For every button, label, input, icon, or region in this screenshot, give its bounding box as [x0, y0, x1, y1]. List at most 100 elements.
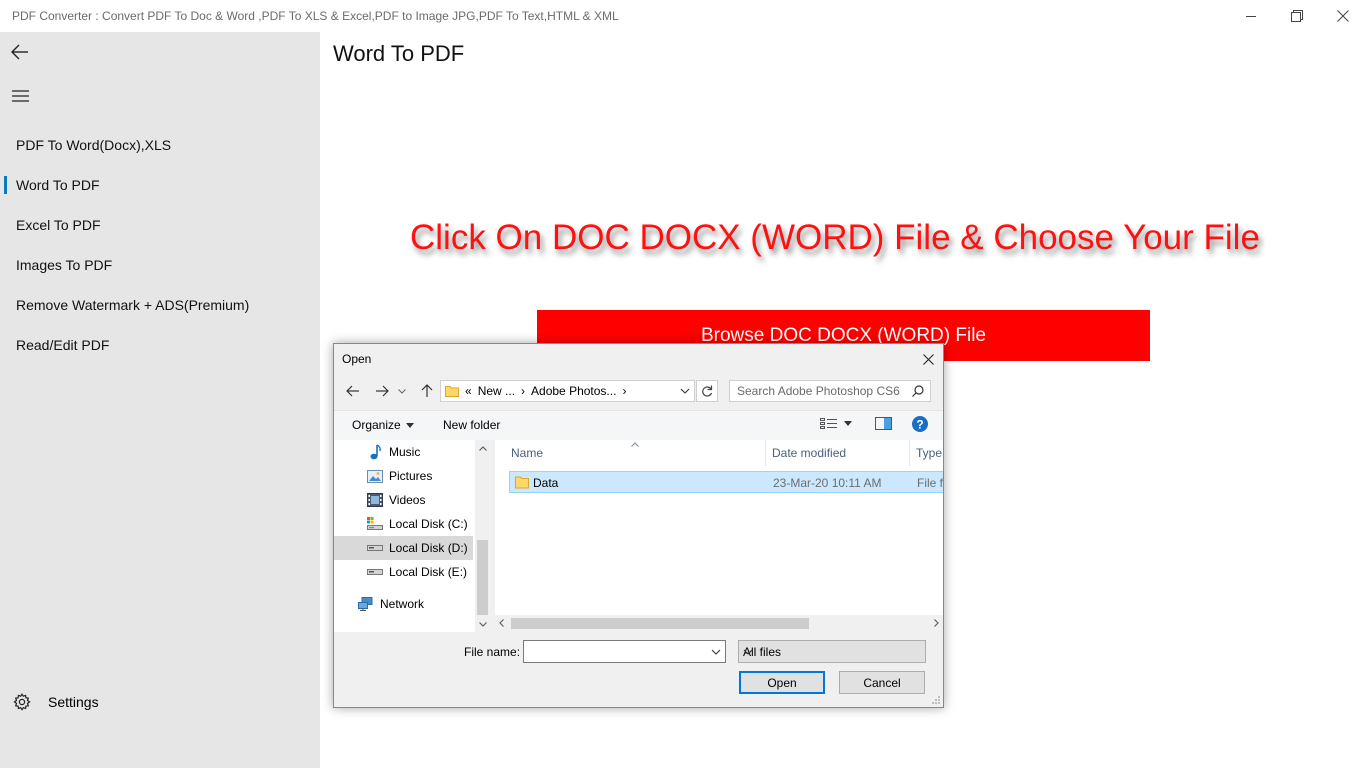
tree-item-network[interactable]: Network	[334, 592, 473, 616]
open-button[interactable]: Open	[739, 671, 825, 694]
scrollbar-thumb[interactable]	[477, 540, 488, 615]
dropdown-arrow-icon	[844, 420, 852, 426]
settings-label: Settings	[48, 694, 99, 710]
search-box[interactable]	[729, 380, 931, 402]
up-button[interactable]	[416, 380, 438, 402]
nav-item-word-to-pdf[interactable]: Word To PDF	[0, 165, 320, 205]
close-icon	[1337, 10, 1349, 22]
refresh-button[interactable]	[696, 380, 718, 402]
nav-item-label: Excel To PDF	[16, 217, 101, 233]
back-button[interactable]	[342, 380, 364, 402]
file-name: Data	[533, 476, 559, 490]
chevron-up-icon[interactable]	[477, 442, 488, 454]
forward-arrow-icon	[376, 385, 389, 397]
forward-button[interactable]	[371, 380, 393, 402]
restore-button[interactable]	[1274, 0, 1320, 32]
settings-button[interactable]: Settings	[0, 682, 320, 722]
command-bar: Organize New folder ?	[334, 410, 943, 440]
search-icon	[912, 385, 924, 400]
close-window-button[interactable]	[1320, 0, 1366, 32]
dialog-close-button[interactable]	[913, 344, 943, 374]
tree-vertical-scrollbar[interactable]	[475, 440, 490, 632]
system-drive-icon	[367, 516, 383, 532]
chevron-right-icon: ›	[622, 384, 627, 398]
hamburger-icon	[11, 90, 29, 102]
tree-item-label: Pictures	[389, 469, 433, 483]
help-icon: ?	[912, 416, 928, 432]
svg-text:?: ?	[916, 418, 923, 432]
column-header-date-modified[interactable]: Date modified	[772, 440, 846, 466]
hamburger-menu-button[interactable]	[0, 76, 40, 116]
nav-item-excel-to-pdf[interactable]: Excel To PDF	[0, 205, 320, 245]
close-icon	[922, 353, 934, 365]
address-bar[interactable]: « New ... › Adobe Photos... ›	[440, 380, 695, 402]
column-header-label: Date modified	[772, 446, 847, 460]
recent-locations-button[interactable]	[396, 380, 408, 402]
column-header-type[interactable]: Type	[916, 440, 942, 466]
organize-button[interactable]: Organize	[352, 418, 414, 432]
sidebar: PDF To Word(Docx),XLS Word To PDF Excel …	[0, 32, 320, 768]
help-button[interactable]: ?	[912, 416, 928, 432]
column-header-label: Name	[511, 446, 544, 460]
nav-item-label: Images To PDF	[16, 257, 113, 273]
window-title: PDF Converter : Convert PDF To Doc & Wor…	[12, 9, 619, 23]
tree-item-local-disk-d[interactable]: Local Disk (D:)	[334, 536, 473, 560]
nav-item-read-edit-pdf[interactable]: Read/Edit PDF	[0, 325, 320, 365]
folder-icon	[445, 386, 459, 397]
refresh-icon	[702, 385, 713, 397]
chevron-down-icon	[398, 388, 406, 394]
tree-item-label: Local Disk (C:)	[389, 517, 468, 531]
nav-item-pdf-to-word[interactable]: PDF To Word(Docx),XLS	[0, 125, 320, 165]
tree-item-local-disk-e[interactable]: Local Disk (E:)	[334, 560, 473, 584]
file-type-filter[interactable]: All files	[738, 640, 926, 663]
scrollbar-thumb[interactable]	[511, 618, 809, 629]
tree-item-local-disk-c[interactable]: Local Disk (C:)	[334, 512, 473, 536]
videos-icon	[367, 492, 383, 508]
column-header-name[interactable]: Name	[511, 440, 543, 466]
pictures-icon	[367, 468, 383, 484]
network-icon	[358, 596, 374, 612]
preview-pane-button[interactable]	[875, 416, 892, 430]
gear-icon	[2, 693, 42, 711]
page-title: Word To PDF	[333, 41, 465, 66]
restore-icon	[1291, 10, 1303, 22]
breadcrumb-item[interactable]: New ...	[478, 384, 515, 398]
up-arrow-icon	[421, 384, 433, 397]
file-type: File fo	[917, 476, 943, 490]
file-name-combobox[interactable]	[523, 640, 726, 663]
back-arrow-icon	[346, 385, 359, 397]
resize-grip-icon	[932, 696, 940, 704]
chevron-down-icon	[743, 646, 921, 661]
file-row[interactable]: Data 23-Mar-20 10:11 AM File fo	[509, 471, 943, 493]
preview-pane-icon	[875, 417, 892, 430]
tree-item-videos[interactable]: Videos	[334, 488, 473, 512]
dropdown-arrow-icon	[405, 422, 414, 428]
file-name-label: File name:	[464, 645, 521, 659]
nav-item-remove-watermark[interactable]: Remove Watermark + ADS(Premium)	[0, 285, 320, 325]
back-button[interactable]	[0, 32, 40, 72]
breadcrumb-item[interactable]: Adobe Photos...	[531, 384, 616, 398]
tree-item-music[interactable]: Music	[334, 440, 473, 464]
view-options-button[interactable]	[820, 416, 852, 430]
nav-item-label: PDF To Word(Docx),XLS	[16, 137, 172, 153]
tree-item-pictures[interactable]: Pictures	[334, 464, 473, 488]
file-name-input[interactable]	[524, 641, 704, 662]
cancel-button[interactable]: Cancel	[839, 671, 925, 694]
new-folder-button[interactable]: New folder	[443, 418, 500, 432]
search-input[interactable]	[730, 381, 905, 401]
tree-item-label: Music	[389, 445, 421, 459]
tree-item-label: Local Disk (D:)	[389, 541, 468, 555]
minimize-icon	[1246, 16, 1256, 17]
nav-list: PDF To Word(Docx),XLS Word To PDF Excel …	[0, 125, 320, 365]
drive-icon	[367, 564, 383, 580]
chevron-down-icon[interactable]	[680, 384, 690, 401]
breadcrumb-overflow[interactable]: «	[465, 384, 472, 398]
tree-item-label: Videos	[389, 493, 426, 507]
file-list-horizontal-scrollbar[interactable]	[495, 615, 943, 632]
minimize-button[interactable]	[1228, 0, 1274, 32]
nav-item-label: Remove Watermark + ADS(Premium)	[16, 297, 250, 313]
nav-item-images-to-pdf[interactable]: Images To PDF	[0, 245, 320, 285]
chevron-down-icon[interactable]	[711, 646, 721, 661]
chevron-right-icon	[934, 619, 939, 627]
chevron-down-icon[interactable]	[477, 618, 488, 630]
